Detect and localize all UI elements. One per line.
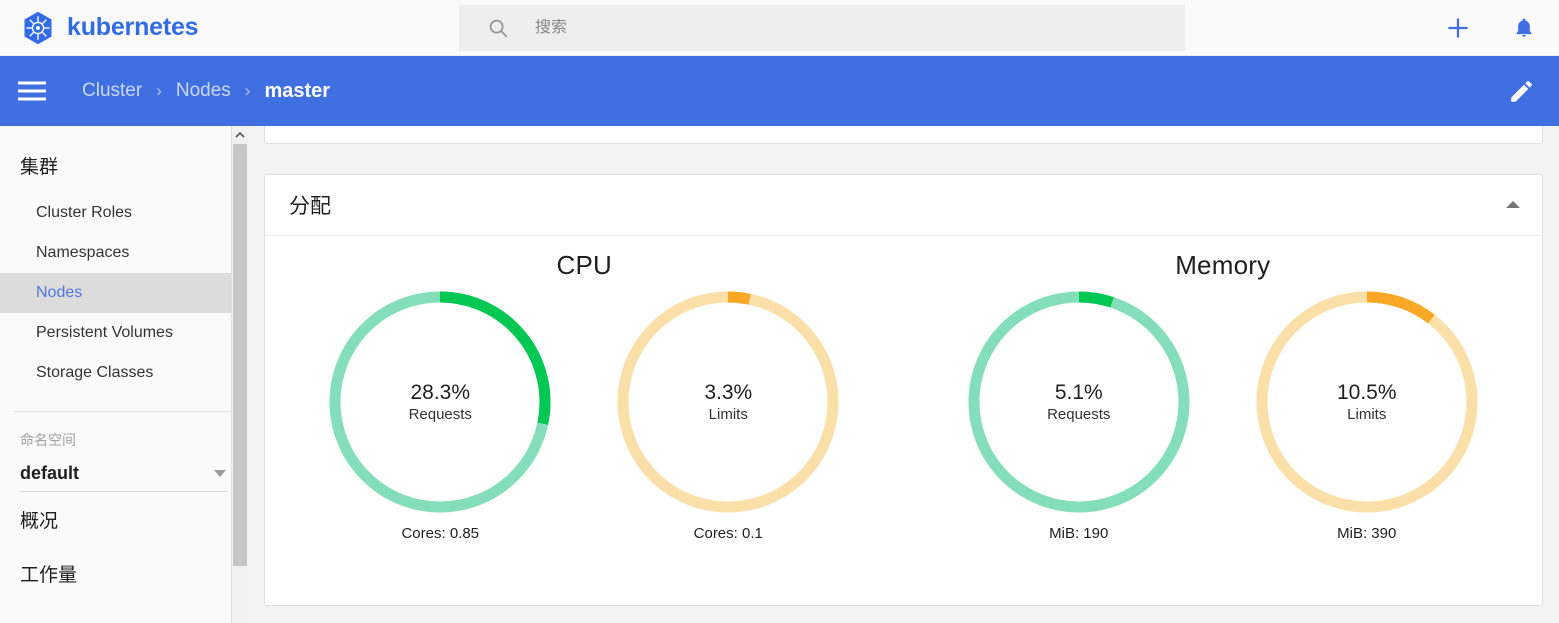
sidebar-item-storage-classes[interactable]: Storage Classes — [0, 353, 248, 393]
header-actions — [1445, 15, 1537, 41]
sidebar-group-title-cluster: 集群 — [20, 157, 59, 178]
pencil-edit-icon[interactable] — [1507, 76, 1537, 106]
allocation-charts-row: CPU 28.3% Requests Cores: 0.85 3.3% Limi… — [265, 236, 1543, 605]
cpu-limits-footer: Cores: 0.1 — [693, 525, 763, 542]
namespace-select[interactable]: default — [20, 456, 228, 492]
sidebar-section-workloads[interactable]: 工作量 — [0, 546, 248, 600]
breadcrumb-item-nodes[interactable]: Nodes — [176, 80, 231, 102]
cpu-requests-donut[interactable]: 28.3% Requests — [327, 289, 553, 515]
brand-logo-link[interactable]: kubernetes — [20, 10, 199, 46]
search-icon — [489, 19, 508, 38]
sidebar-section-overview[interactable]: 概况 — [0, 492, 248, 546]
breadcrumb-item-master: master — [264, 79, 331, 102]
namespace-selected-value: default — [20, 463, 80, 483]
chevron-down-icon — [214, 470, 226, 477]
cpu-donut-pair: 28.3% Requests Cores: 0.85 3.3% Limits C… — [296, 289, 872, 542]
page-body: 集群 Cluster Roles Namespaces Nodes Persis… — [0, 126, 1559, 623]
memory-chart-title: Memory — [1175, 250, 1271, 280]
sidebar-item-label: Cluster Roles — [36, 204, 133, 221]
memory-donut-pair: 5.1% Requests MiB: 190 10.5% Limits MiB:… — [935, 289, 1511, 542]
memory-limits-donut-svg — [1256, 291, 1478, 513]
search-input[interactable] — [535, 19, 1135, 37]
allocation-card-header: 分配 — [265, 175, 1542, 236]
chevron-up-icon[interactable] — [1502, 194, 1524, 216]
main-content-scroll-area: 分配 CPU 28.3% Requests Cores: 0.85 3.3% L… — [248, 126, 1559, 623]
memory-limits-donut-col: 10.5% Limits MiB: 390 — [1223, 289, 1511, 542]
top-header-bar: kubernetes — [0, 0, 1559, 56]
sidebar-item-persistent-volumes[interactable]: Persistent Volumes — [0, 313, 248, 353]
sidebar-item-namespaces[interactable]: Namespaces — [0, 233, 248, 273]
cpu-limits-donut-svg — [617, 291, 839, 513]
kubernetes-helm-icon — [24, 11, 52, 44]
memory-limits-donut[interactable]: 10.5% Limits — [1254, 289, 1480, 515]
chevron-up-icon — [235, 131, 245, 138]
plus-icon[interactable] — [1445, 15, 1471, 41]
brand-name-text: kubernetes — [67, 13, 199, 41]
kubernetes-dashboard-page: kubernetes Cluste — [0, 0, 1559, 623]
memory-limits-footer: MiB: 390 — [1337, 525, 1397, 542]
breadcrumb-separator-icon: › — [244, 81, 251, 100]
sidebar-item-label: Namespaces — [36, 244, 130, 261]
cpu-limits-donut[interactable]: 3.3% Limits — [615, 289, 841, 515]
sidebar-item-cluster-roles[interactable]: Cluster Roles — [0, 193, 248, 233]
sidebar-item-nodes[interactable]: Nodes — [0, 273, 248, 313]
sidebar-section-label: 概况 — [20, 510, 59, 532]
namespace-label: 命名空间 — [20, 432, 76, 448]
memory-requests-donut-svg — [968, 291, 1190, 513]
sidebar-nav: 集群 Cluster Roles Namespaces Nodes Persis… — [0, 126, 248, 623]
sidebar-item-label: Persistent Volumes — [36, 324, 173, 341]
sidebar-item-label: Nodes — [36, 284, 83, 301]
cpu-chart-title: CPU — [556, 250, 612, 280]
global-search-box[interactable] — [459, 5, 1185, 51]
breadcrumb-separator-icon: › — [156, 81, 162, 100]
scrollbar-up-button[interactable] — [232, 126, 248, 143]
sidebar-item-label: Storage Classes — [36, 364, 154, 381]
cpu-requests-donut-svg — [329, 291, 551, 513]
hamburger-menu-icon[interactable] — [18, 80, 46, 102]
memory-metric-block: Memory 5.1% Requests MiB: 190 10.5% Limi… — [904, 236, 1543, 605]
allocation-card: 分配 CPU 28.3% Requests Cores: 0.85 3.3% L… — [264, 174, 1543, 606]
cpu-limits-donut-col: 3.3% Limits Cores: 0.1 — [584, 289, 872, 542]
memory-requests-footer: MiB: 190 — [1049, 525, 1109, 542]
memory-requests-donut[interactable]: 5.1% Requests — [966, 289, 1192, 515]
breadcrumb: Cluster › Nodes › master — [82, 80, 330, 103]
cpu-requests-footer: Cores: 0.85 — [401, 525, 480, 542]
cpu-metric-block: CPU 28.3% Requests Cores: 0.85 3.3% Limi… — [265, 236, 904, 605]
scrollbar-thumb[interactable] — [233, 144, 247, 566]
breadcrumb-item-cluster[interactable]: Cluster — [82, 80, 142, 102]
memory-requests-donut-col: 5.1% Requests MiB: 190 — [935, 289, 1223, 542]
cpu-requests-donut-col: 28.3% Requests Cores: 0.85 — [296, 289, 584, 542]
previous-card-partial — [264, 126, 1543, 144]
allocation-card-title: 分配 — [289, 195, 331, 218]
bell-icon[interactable] — [1511, 15, 1537, 41]
breadcrumb-bar: Cluster › Nodes › master — [0, 56, 1559, 126]
sidebar-section-label: 工作量 — [20, 564, 78, 586]
sidebar-scrollbar[interactable] — [231, 126, 248, 623]
